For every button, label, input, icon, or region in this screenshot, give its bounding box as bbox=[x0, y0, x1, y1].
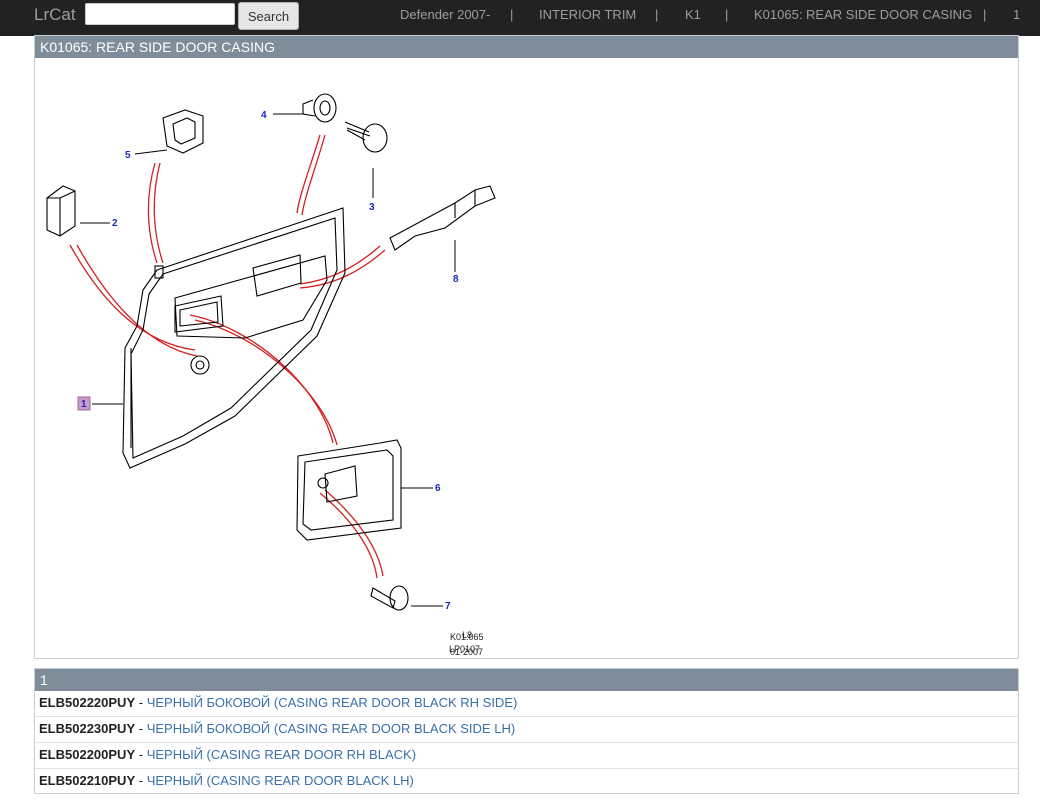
part-separator: - bbox=[135, 773, 147, 788]
part-description-link[interactable]: ЧЕРНЫЙ (CASING REAR DOOR BLACK LH) bbox=[147, 773, 414, 788]
part-row[interactable]: ELB502210PUY - ЧЕРНЫЙ (CASING REAR DOOR … bbox=[35, 769, 1018, 794]
illustration-rev: L8 bbox=[462, 630, 473, 640]
callout-4[interactable]: 4 bbox=[261, 110, 267, 121]
callout-leaders bbox=[80, 113, 456, 607]
part-number: ELB502220PUY bbox=[39, 695, 136, 710]
breadcrumb-separator: | bbox=[983, 7, 987, 22]
breadcrumb-separator: | bbox=[510, 7, 514, 22]
part-row[interactable]: ELB502220PUY - ЧЕРНЫЙ БОКОВОЙ (CASING RE… bbox=[35, 691, 1018, 717]
part-number: ELB502210PUY bbox=[39, 773, 136, 788]
callout-3[interactable]: 3 bbox=[369, 202, 375, 213]
brand-logo[interactable]: LrCat bbox=[34, 5, 76, 25]
part-separator: - bbox=[135, 695, 147, 710]
diagram-title: K01065: REAR SIDE DOOR CASING bbox=[35, 36, 1018, 58]
part-number: ELB502200PUY bbox=[39, 747, 136, 762]
callout-2[interactable]: 2 bbox=[112, 218, 118, 229]
diagram-panel: K01065: REAR SIDE DOOR CASING 1 2 3 4 5 … bbox=[34, 35, 1019, 659]
breadcrumb-separator: | bbox=[655, 7, 659, 22]
part-separator: - bbox=[135, 747, 147, 762]
breadcrumb-model[interactable]: Defender 2007- bbox=[400, 7, 490, 22]
part-row[interactable]: ELB502200PUY - ЧЕРНЫЙ (CASING REAR DOOR … bbox=[35, 743, 1018, 769]
part-description-link[interactable]: ЧЕРНЫЙ (CASING REAR DOOR RH BLACK) bbox=[147, 747, 416, 762]
callout-6[interactable]: 6 bbox=[435, 483, 441, 494]
part-row[interactable]: ELB502230PUY - ЧЕРНЫЙ БОКОВОЙ (CASING RE… bbox=[35, 717, 1018, 743]
callout-7[interactable]: 7 bbox=[445, 601, 451, 612]
navbar: LrCat Search Defender 2007- | INTERIOR T… bbox=[0, 0, 1040, 36]
leader-lines bbox=[69, 134, 386, 579]
callout-5[interactable]: 5 bbox=[125, 150, 131, 161]
illustration-ref: LP0107 bbox=[449, 644, 481, 654]
breadcrumb-diagram[interactable]: K01065: REAR SIDE DOOR CASING bbox=[754, 7, 972, 22]
part-description-link[interactable]: ЧЕРНЫЙ БОКОВОЙ (CASING REAR DOOR BLACK R… bbox=[147, 695, 518, 710]
callout-8[interactable]: 8 bbox=[453, 274, 459, 285]
parts-panel: 1 ELB502220PUY - ЧЕРНЫЙ БОКОВОЙ (CASING … bbox=[34, 668, 1019, 794]
breadcrumb-separator: | bbox=[725, 7, 729, 22]
illustration-stamp-extra: L8 LP0107 bbox=[449, 628, 480, 656]
parts-header: 1 bbox=[35, 669, 1018, 691]
part-separator: - bbox=[135, 721, 147, 736]
exploded-diagram: 1 2 3 4 5 6 7 8 K01.065 01-2007 bbox=[46, 93, 496, 657]
breadcrumb-subgroup[interactable]: K1 bbox=[685, 7, 701, 22]
breadcrumb-callout[interactable]: 1 bbox=[1013, 7, 1020, 22]
breadcrumb-group[interactable]: INTERIOR TRIM bbox=[539, 7, 636, 22]
part-description-link[interactable]: ЧЕРНЫЙ БОКОВОЙ (CASING REAR DOOR BLACK S… bbox=[147, 721, 515, 736]
callout-1[interactable]: 1 bbox=[81, 399, 87, 410]
search-input[interactable] bbox=[85, 3, 235, 25]
part-number: ELB502230PUY bbox=[39, 721, 136, 736]
search-button[interactable]: Search bbox=[238, 2, 299, 30]
part-icons bbox=[46, 93, 496, 611]
